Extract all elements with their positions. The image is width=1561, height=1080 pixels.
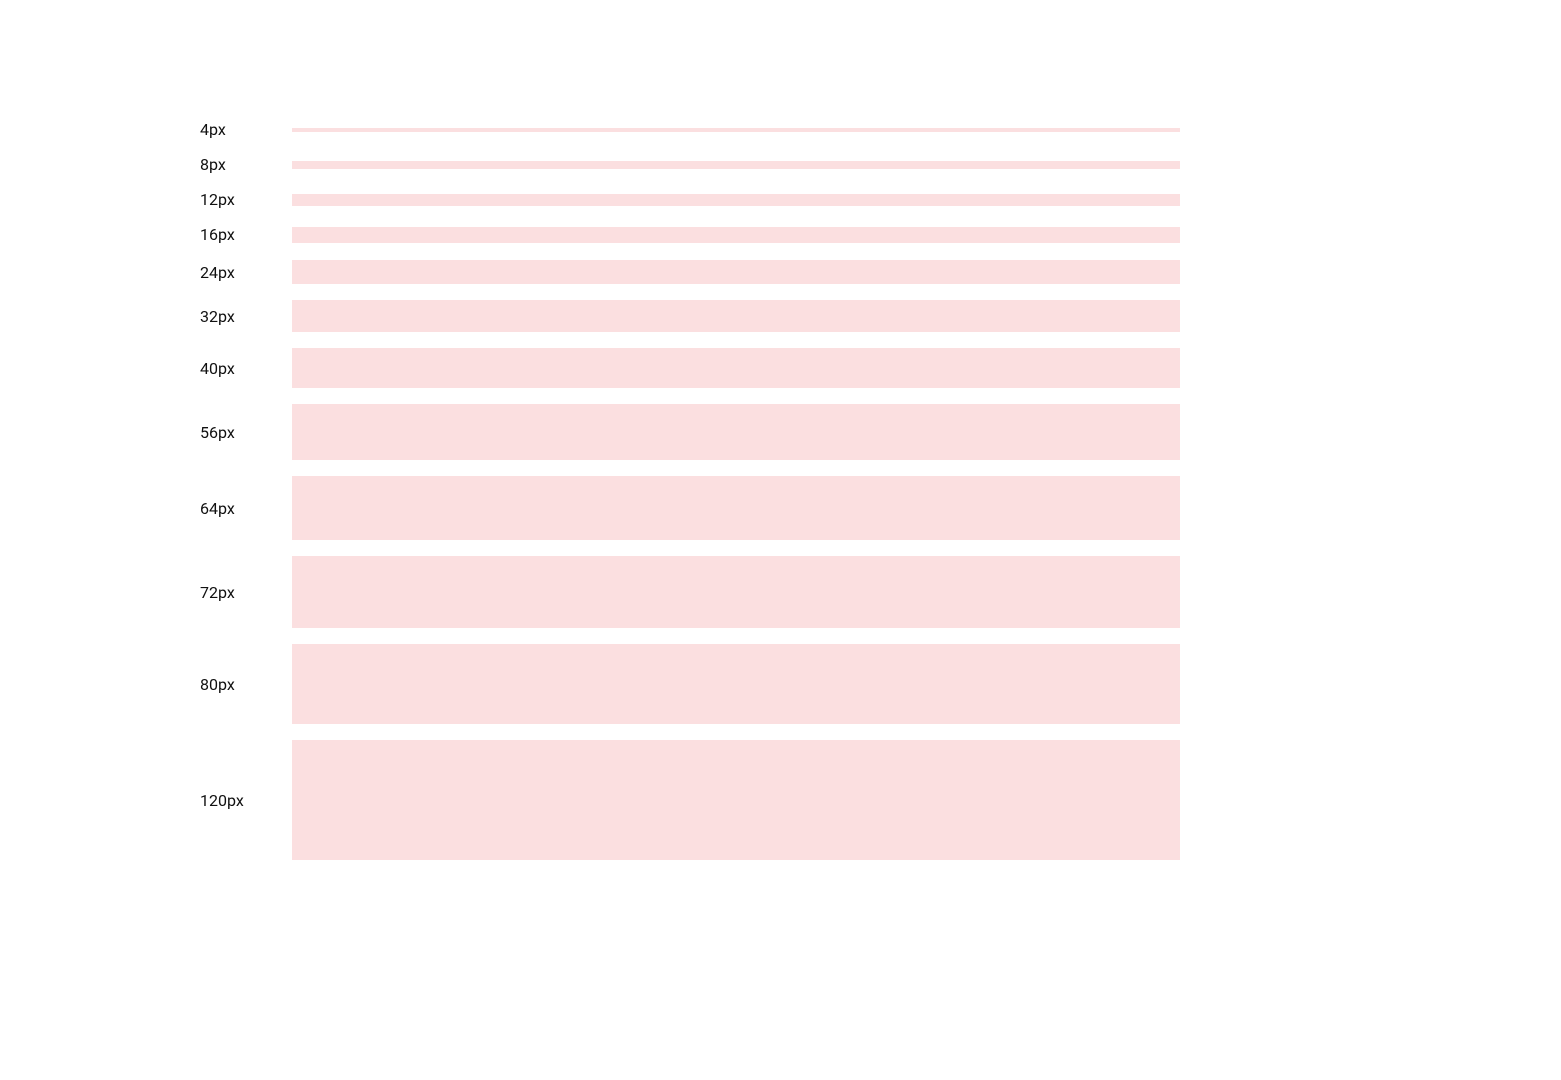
spacing-bar — [292, 260, 1180, 284]
spacing-bar — [292, 300, 1180, 332]
spacing-label: 8px — [200, 155, 292, 174]
spacing-bar — [292, 348, 1180, 388]
spacing-row: 120px — [200, 740, 1180, 860]
spacing-row: 56px — [200, 404, 1180, 460]
spacing-row: 80px — [200, 644, 1180, 724]
spacing-bar — [292, 404, 1180, 460]
spacing-label: 64px — [200, 499, 292, 518]
spacing-label: 40px — [200, 359, 292, 378]
spacing-row: 72px — [200, 556, 1180, 628]
spacing-bar — [292, 556, 1180, 628]
spacing-row: 24px — [200, 260, 1180, 284]
spacing-bar — [292, 476, 1180, 540]
spacing-bar — [292, 128, 1180, 132]
spacing-label: 56px — [200, 423, 292, 442]
spacing-row: 32px — [200, 300, 1180, 332]
spacing-bar — [292, 740, 1180, 860]
spacing-bar — [292, 644, 1180, 724]
spacing-row: 8px — [200, 155, 1180, 174]
spacing-row: 12px — [200, 190, 1180, 209]
spacing-label: 120px — [200, 791, 292, 810]
spacing-label: 32px — [200, 307, 292, 326]
spacing-label: 4px — [200, 120, 292, 139]
spacing-row: 16px — [200, 225, 1180, 244]
spacing-label: 80px — [200, 675, 292, 694]
spacing-row: 40px — [200, 348, 1180, 388]
spacing-row: 4px — [200, 120, 1180, 139]
spacing-bar — [292, 227, 1180, 243]
spacing-bar — [292, 194, 1180, 206]
spacing-label: 16px — [200, 225, 292, 244]
spacing-bar — [292, 161, 1180, 169]
spacing-label: 72px — [200, 583, 292, 602]
spacing-label: 12px — [200, 190, 292, 209]
spacing-row: 64px — [200, 476, 1180, 540]
spacing-label: 24px — [200, 263, 292, 282]
spacing-scale-list: 4px 8px 12px 16px 24px 32px 40px 56px 64… — [200, 120, 1180, 876]
